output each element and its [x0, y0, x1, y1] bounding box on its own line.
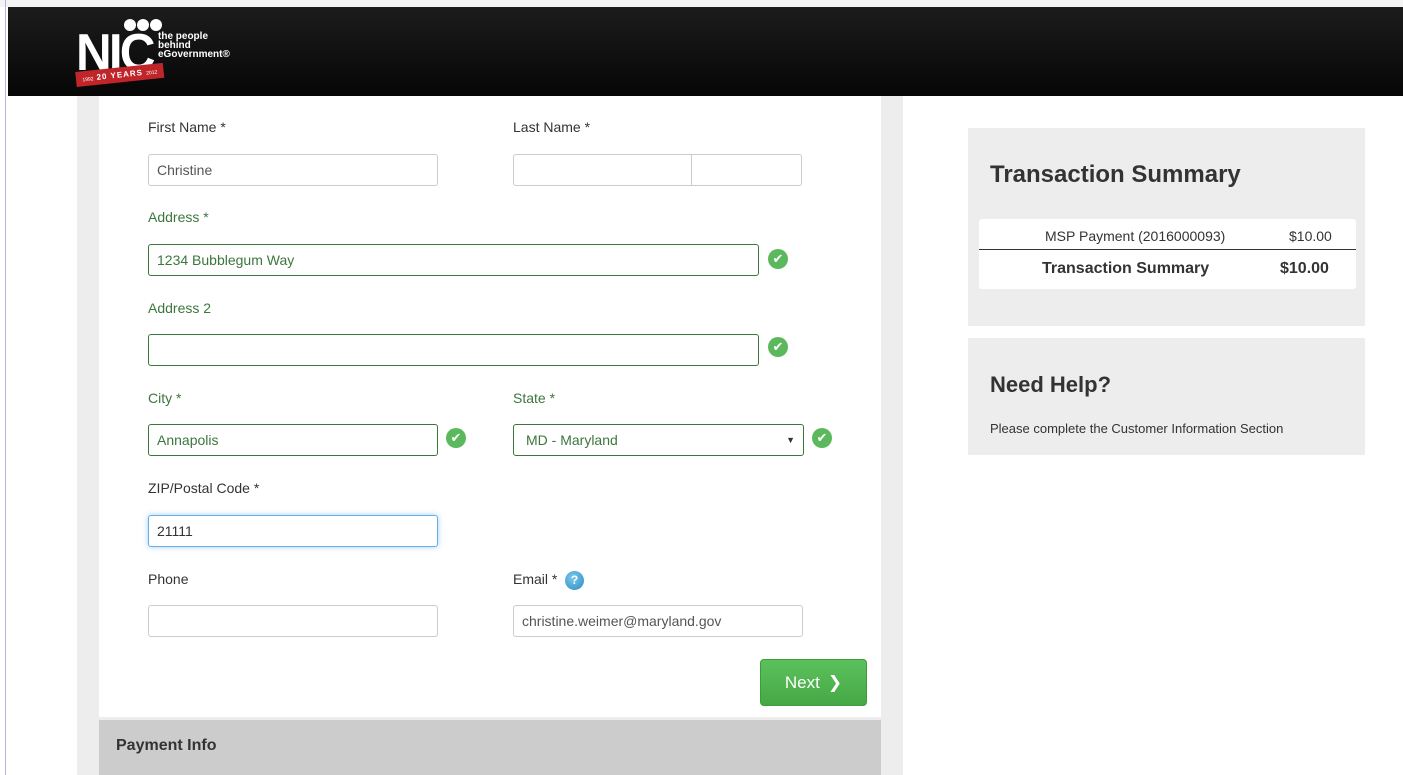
payment-info-title: Payment Info [116, 737, 217, 754]
phone-label: Phone [148, 571, 189, 587]
logo-tagline-line: eGovernment® [158, 49, 230, 60]
zip-input[interactable] [148, 515, 438, 547]
top-border [0, 0, 1403, 7]
left-border [5, 0, 6, 775]
city-valid-check-icon: ✔ [446, 428, 466, 448]
transaction-summary-table: MSP Payment (2016000093) $10.00 Transact… [979, 219, 1356, 289]
logo-tagline: the people behind eGovernment® [158, 32, 230, 60]
first-name-label: First Name * [148, 119, 226, 135]
city-input[interactable] [148, 424, 438, 456]
state-label: State * [513, 390, 556, 406]
address-input[interactable] [148, 244, 759, 276]
summary-divider [979, 249, 1356, 250]
phone-input[interactable] [148, 605, 438, 637]
city-label: City * [148, 390, 182, 406]
need-help-title: Need Help? [990, 372, 1112, 397]
email-label: Email * [513, 571, 558, 587]
address2-label: Address 2 [148, 300, 212, 316]
address-valid-check-icon: ✔ [768, 249, 788, 269]
state-selected-value: MD - Maryland [526, 432, 618, 448]
summary-total-amount: $10.00 [1280, 260, 1329, 277]
nic-logo[interactable]: NIC ™ the people behind eGovernment® 199… [75, 18, 266, 90]
zip-label: ZIP/Postal Code * [148, 480, 260, 496]
payment-info-section[interactable]: Payment Info [99, 720, 881, 775]
state-valid-check-icon: ✔ [812, 428, 832, 448]
last-name-label: Last Name * [513, 119, 591, 135]
summary-total-label: Transaction Summary [1042, 260, 1210, 277]
address2-input[interactable] [148, 334, 759, 366]
site-header: NIC ™ the people behind eGovernment® 199… [8, 7, 1403, 96]
first-name-input[interactable] [148, 154, 438, 186]
summary-item-label: MSP Payment (2016000093) [1045, 228, 1226, 244]
last-name-segment[interactable] [514, 155, 692, 185]
need-help-panel: Need Help? Please complete the Customer … [968, 338, 1365, 455]
address2-valid-check-icon: ✔ [768, 337, 788, 357]
last-name-suffix-segment[interactable] [692, 155, 801, 185]
summary-item-amount: $10.00 [1289, 228, 1332, 244]
caret-down-icon: ▼ [786, 435, 795, 445]
chevron-right-icon: ❯ [827, 673, 843, 692]
logo-ribbon-text: 20 YEARS [96, 67, 144, 82]
next-button[interactable]: Next ❯ [760, 659, 867, 706]
transaction-summary-panel: Transaction Summary MSP Payment (2016000… [968, 128, 1365, 326]
question-circle-icon[interactable]: ? [565, 571, 584, 590]
need-help-text: Please complete the Customer Information… [990, 421, 1284, 436]
last-name-input[interactable] [513, 154, 802, 186]
state-select[interactable]: MD - Maryland ▼ [513, 424, 804, 456]
email-input[interactable] [513, 605, 803, 637]
transaction-summary-title: Transaction Summary [990, 161, 1241, 188]
address-label: Address * [148, 209, 209, 225]
logo-ribbon-end: 2012 [145, 69, 158, 77]
next-button-label: Next [784, 673, 820, 692]
logo-ribbon-start: 1992 [82, 76, 94, 84]
